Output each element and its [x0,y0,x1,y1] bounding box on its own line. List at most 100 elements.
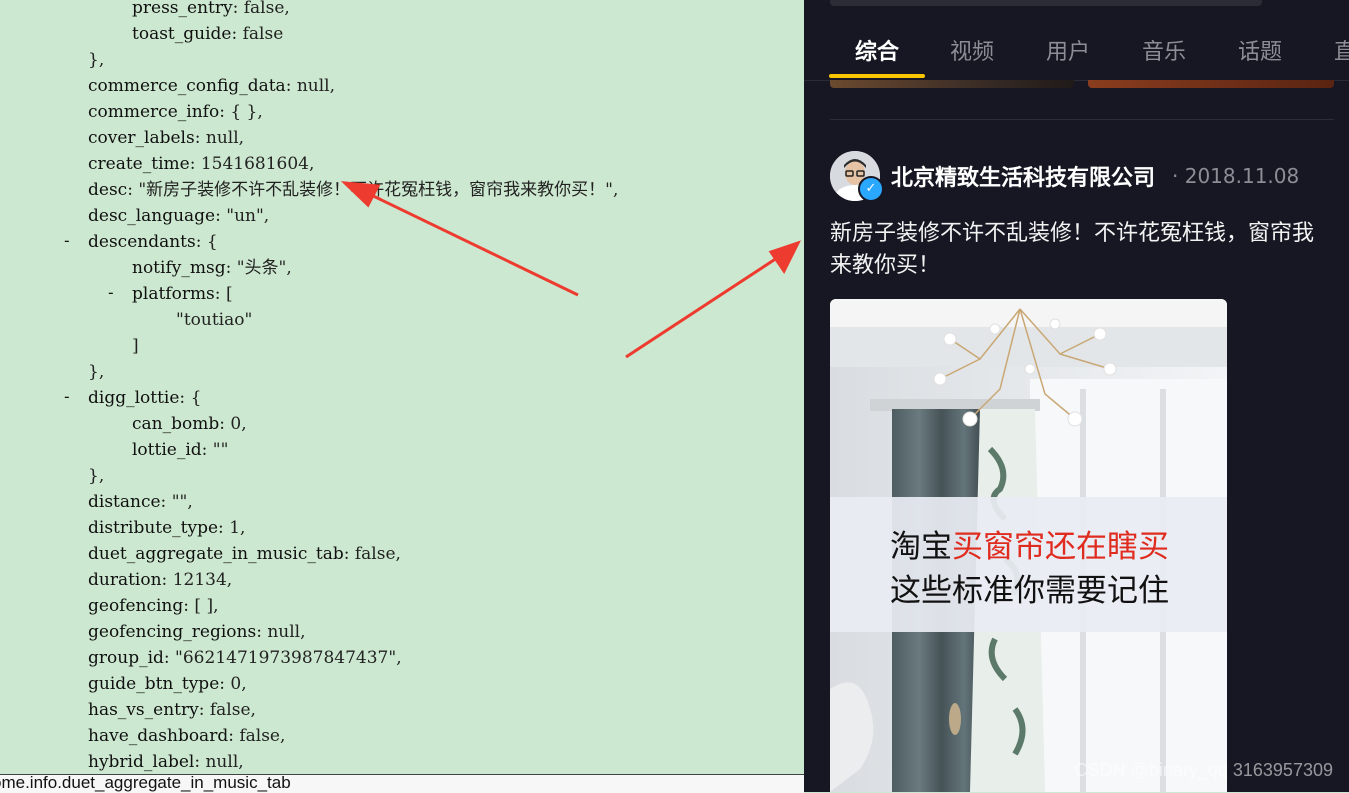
json-key: distribute_type [88,518,219,538]
tab-live[interactable]: 直 [1334,34,1349,66]
json-line: duet_aggregate_in_music_tab: false, [88,541,401,567]
json-separator: : [228,726,240,746]
json-separator: : [127,180,139,200]
json-value: "新房子装修不许不乱装修！不许花冤枉钱，窗帘我来教你买！", [138,180,619,200]
json-key: cover_labels [88,128,195,148]
json-separator: : [201,440,213,460]
json-key: guide_btn_type [88,674,220,694]
json-separator: : [285,76,297,96]
cover-caption-band: 淘宝买窗帘还在瞎买 这些标准你需要记住 [830,497,1227,632]
json-separator: : [218,518,230,538]
json-separator: : [219,674,231,694]
json-key: has_vs_entry [88,700,199,720]
json-separator: : [195,232,207,252]
json-separator: : [232,0,244,18]
video-cover[interactable]: 淘宝买窗帘还在瞎买 这些标准你需要记住 [830,299,1227,792]
app-search-results-pane: 综合 视频 用户 音乐 话题 直 ✓ 北京精致生活科技有限公司 · 2018.1… [804,0,1349,792]
watermark: CSDN @binary_qq 3163957309 [1074,760,1333,780]
json-key: commerce_info [88,102,220,122]
json-line: }, [88,47,104,73]
json-line: commerce_config_data: null, [88,73,335,99]
tab-users[interactable]: 用户 [1046,34,1090,66]
json-value: null, [296,76,336,96]
json-key: distance [88,492,161,512]
tab-music[interactable]: 音乐 [1142,34,1186,66]
json-line: descendants: { [88,229,218,255]
json-key: desc [88,180,128,200]
json-value: false, [239,726,286,746]
json-line: desc_language: "un", [88,203,269,229]
json-key: notify_msg [132,258,226,278]
json-value: "6621471973987847437", [175,648,402,668]
json-separator: : [194,128,206,148]
json-line: }, [88,463,104,489]
json-key: geofencing_regions [88,622,257,642]
json-line: hybrid_label: null, [88,749,244,775]
json-value: false, [354,544,401,564]
active-tab-indicator [829,74,925,78]
json-value: { [190,388,202,408]
post-description[interactable]: 新房子装修不许不乱装修！不许花冤枉钱，窗帘我来教你买！ [830,218,1330,282]
json-separator: : [198,700,210,720]
post-author-name[interactable]: 北京精致生活科技有限公司 [891,160,1155,192]
json-separator: : [194,752,206,772]
json-key: platforms [132,284,215,304]
json-value: "头条", [236,258,292,278]
json-line: commerce_info: { }, [88,99,263,125]
json-line: distance: "", [88,489,193,515]
json-key: duet_aggregate_in_music_tab [88,544,344,564]
json-key: can_bomb [132,414,220,434]
json-separator: : [160,492,172,512]
json-separator: : [256,622,268,642]
json-separator: : [161,570,173,590]
tab-video[interactable]: 视频 [950,34,994,66]
cover-caption-prefix: 淘宝 [890,529,952,565]
cover-caption-line1: 淘宝买窗帘还在瞎买 [890,521,1169,566]
json-value: false, [243,0,290,18]
json-key: press_entry [132,0,233,18]
json-line: geofencing: [ ], [88,593,219,619]
json-separator: : [219,102,231,122]
json-line: digg_lottie: { [88,385,201,411]
tab-comprehensive[interactable]: 综合 [855,34,899,66]
json-value: [ ], [194,596,219,616]
json-key: commerce_config_data [88,76,286,96]
json-value: null, [205,128,245,148]
collapse-toggle-icon[interactable]: - [62,231,72,250]
json-line: create_time: 1541681604, [88,151,314,177]
json-line: geofencing_regions: null, [88,619,306,645]
json-viewer-pane: press_entry: false, toast_guide: false}, c… [0,0,804,792]
json-key: descendants [88,232,196,252]
collapse-toggle-icon[interactable]: - [62,387,72,406]
json-line: group_id: "6621471973987847437", [88,645,402,671]
json-value: { [206,232,218,252]
json-key: hybrid_label [88,752,195,772]
json-separator: : [163,648,176,668]
json-value: false [242,24,284,44]
json-line: "toutiao" [176,307,252,333]
tab-topics[interactable]: 话题 [1238,34,1282,66]
status-path-bar: ome.info.duet_aggregate_in_music_tab [0,774,804,793]
json-line: ] [132,333,139,359]
json-value: 0, [230,674,247,694]
search-bar[interactable] [830,0,1262,6]
json-value: null, [267,622,306,642]
status-path-text: ome.info.duet_aggregate_in_music_tab [0,774,291,792]
previous-result-thumbnail[interactable] [1088,80,1334,88]
json-separator: : [225,258,237,278]
json-separator: : [231,24,243,44]
collapse-toggle-icon[interactable]: - [106,283,116,302]
json-value: "toutiao" [176,310,253,330]
json-line: guide_btn_type: 0, [88,671,247,697]
json-key: create_time [88,154,190,174]
previous-result-thumbnail[interactable] [830,80,1074,88]
json-line: cover_labels: null, [88,125,244,151]
json-line: has_vs_entry: false, [88,697,256,723]
json-key: geofencing [88,596,184,616]
json-key: lottie_id [132,440,202,460]
json-key: group_id [88,648,164,668]
json-separator: : [219,414,231,434]
json-value: "un", [226,206,270,226]
json-key: duration [88,570,162,590]
json-value: 0, [230,414,247,434]
